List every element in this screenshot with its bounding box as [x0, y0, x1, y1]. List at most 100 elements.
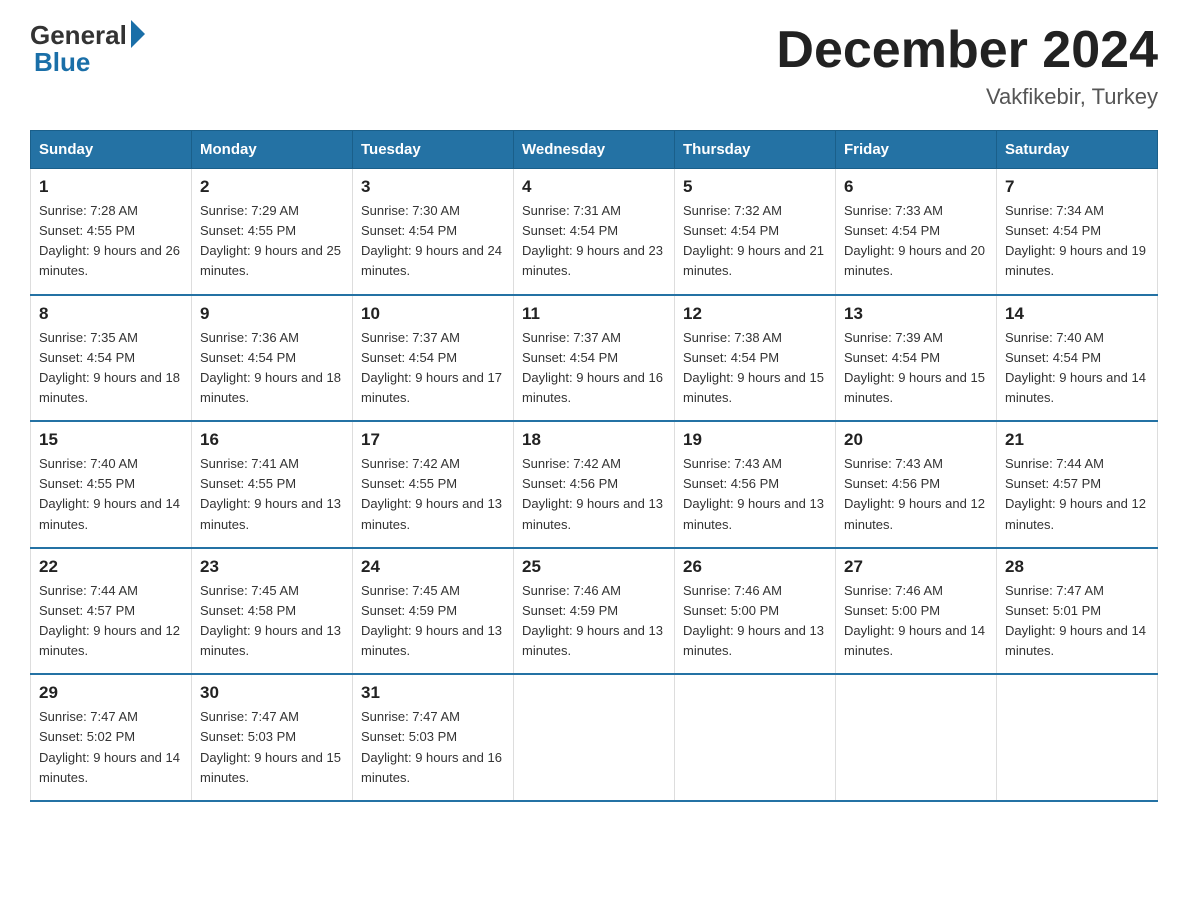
day-info: Sunrise: 7:46 AMSunset: 4:59 PMDaylight:…	[522, 581, 666, 662]
day-info: Sunrise: 7:40 AMSunset: 4:55 PMDaylight:…	[39, 454, 183, 535]
day-info: Sunrise: 7:44 AMSunset: 4:57 PMDaylight:…	[39, 581, 183, 662]
day-cell	[514, 674, 675, 801]
calendar-header: SundayMondayTuesdayWednesdayThursdayFrid…	[31, 131, 1158, 169]
day-number: 31	[361, 683, 505, 703]
day-cell: 22 Sunrise: 7:44 AMSunset: 4:57 PMDaylig…	[31, 548, 192, 675]
day-cell: 8 Sunrise: 7:35 AMSunset: 4:54 PMDayligh…	[31, 295, 192, 422]
day-number: 15	[39, 430, 183, 450]
day-number: 18	[522, 430, 666, 450]
day-cell: 11 Sunrise: 7:37 AMSunset: 4:54 PMDaylig…	[514, 295, 675, 422]
day-number: 4	[522, 177, 666, 197]
day-info: Sunrise: 7:40 AMSunset: 4:54 PMDaylight:…	[1005, 328, 1149, 409]
day-number: 13	[844, 304, 988, 324]
logo: General Blue	[30, 20, 145, 78]
week-row-1: 1 Sunrise: 7:28 AMSunset: 4:55 PMDayligh…	[31, 169, 1158, 295]
day-number: 19	[683, 430, 827, 450]
day-number: 6	[844, 177, 988, 197]
day-info: Sunrise: 7:28 AMSunset: 4:55 PMDaylight:…	[39, 201, 183, 282]
day-cell: 20 Sunrise: 7:43 AMSunset: 4:56 PMDaylig…	[836, 421, 997, 548]
day-cell: 18 Sunrise: 7:42 AMSunset: 4:56 PMDaylig…	[514, 421, 675, 548]
day-info: Sunrise: 7:37 AMSunset: 4:54 PMDaylight:…	[522, 328, 666, 409]
day-number: 1	[39, 177, 183, 197]
day-cell: 9 Sunrise: 7:36 AMSunset: 4:54 PMDayligh…	[192, 295, 353, 422]
day-number: 26	[683, 557, 827, 577]
day-number: 22	[39, 557, 183, 577]
day-cell: 23 Sunrise: 7:45 AMSunset: 4:58 PMDaylig…	[192, 548, 353, 675]
day-info: Sunrise: 7:33 AMSunset: 4:54 PMDaylight:…	[844, 201, 988, 282]
day-info: Sunrise: 7:35 AMSunset: 4:54 PMDaylight:…	[39, 328, 183, 409]
day-number: 25	[522, 557, 666, 577]
day-cell: 27 Sunrise: 7:46 AMSunset: 5:00 PMDaylig…	[836, 548, 997, 675]
day-number: 14	[1005, 304, 1149, 324]
day-info: Sunrise: 7:43 AMSunset: 4:56 PMDaylight:…	[683, 454, 827, 535]
day-number: 11	[522, 304, 666, 324]
col-header-saturday: Saturday	[997, 131, 1158, 169]
day-info: Sunrise: 7:32 AMSunset: 4:54 PMDaylight:…	[683, 201, 827, 282]
day-number: 10	[361, 304, 505, 324]
day-info: Sunrise: 7:39 AMSunset: 4:54 PMDaylight:…	[844, 328, 988, 409]
logo-arrow-icon	[131, 20, 145, 48]
day-info: Sunrise: 7:29 AMSunset: 4:55 PMDaylight:…	[200, 201, 344, 282]
day-cell: 13 Sunrise: 7:39 AMSunset: 4:54 PMDaylig…	[836, 295, 997, 422]
day-cell: 17 Sunrise: 7:42 AMSunset: 4:55 PMDaylig…	[353, 421, 514, 548]
day-number: 17	[361, 430, 505, 450]
day-number: 30	[200, 683, 344, 703]
day-cell	[675, 674, 836, 801]
day-info: Sunrise: 7:45 AMSunset: 4:58 PMDaylight:…	[200, 581, 344, 662]
day-info: Sunrise: 7:42 AMSunset: 4:56 PMDaylight:…	[522, 454, 666, 535]
col-header-wednesday: Wednesday	[514, 131, 675, 169]
week-row-4: 22 Sunrise: 7:44 AMSunset: 4:57 PMDaylig…	[31, 548, 1158, 675]
day-cell: 28 Sunrise: 7:47 AMSunset: 5:01 PMDaylig…	[997, 548, 1158, 675]
col-header-friday: Friday	[836, 131, 997, 169]
day-number: 8	[39, 304, 183, 324]
day-cell: 15 Sunrise: 7:40 AMSunset: 4:55 PMDaylig…	[31, 421, 192, 548]
day-info: Sunrise: 7:34 AMSunset: 4:54 PMDaylight:…	[1005, 201, 1149, 282]
page-header: General Blue December 2024 Vakfikebir, T…	[30, 20, 1158, 110]
day-cell: 12 Sunrise: 7:38 AMSunset: 4:54 PMDaylig…	[675, 295, 836, 422]
calendar-title: December 2024	[776, 20, 1158, 80]
day-cell: 5 Sunrise: 7:32 AMSunset: 4:54 PMDayligh…	[675, 169, 836, 295]
day-number: 29	[39, 683, 183, 703]
day-number: 16	[200, 430, 344, 450]
calendar-subtitle: Vakfikebir, Turkey	[776, 84, 1158, 110]
day-cell: 10 Sunrise: 7:37 AMSunset: 4:54 PMDaylig…	[353, 295, 514, 422]
day-cell: 7 Sunrise: 7:34 AMSunset: 4:54 PMDayligh…	[997, 169, 1158, 295]
day-cell: 25 Sunrise: 7:46 AMSunset: 4:59 PMDaylig…	[514, 548, 675, 675]
day-cell	[836, 674, 997, 801]
col-header-tuesday: Tuesday	[353, 131, 514, 169]
day-number: 27	[844, 557, 988, 577]
day-cell: 29 Sunrise: 7:47 AMSunset: 5:02 PMDaylig…	[31, 674, 192, 801]
col-header-thursday: Thursday	[675, 131, 836, 169]
day-number: 23	[200, 557, 344, 577]
day-info: Sunrise: 7:41 AMSunset: 4:55 PMDaylight:…	[200, 454, 344, 535]
day-number: 28	[1005, 557, 1149, 577]
day-cell: 6 Sunrise: 7:33 AMSunset: 4:54 PMDayligh…	[836, 169, 997, 295]
day-info: Sunrise: 7:42 AMSunset: 4:55 PMDaylight:…	[361, 454, 505, 535]
day-cell: 1 Sunrise: 7:28 AMSunset: 4:55 PMDayligh…	[31, 169, 192, 295]
day-number: 12	[683, 304, 827, 324]
day-info: Sunrise: 7:30 AMSunset: 4:54 PMDaylight:…	[361, 201, 505, 282]
day-cell: 24 Sunrise: 7:45 AMSunset: 4:59 PMDaylig…	[353, 548, 514, 675]
day-cell: 19 Sunrise: 7:43 AMSunset: 4:56 PMDaylig…	[675, 421, 836, 548]
day-info: Sunrise: 7:44 AMSunset: 4:57 PMDaylight:…	[1005, 454, 1149, 535]
day-cell: 14 Sunrise: 7:40 AMSunset: 4:54 PMDaylig…	[997, 295, 1158, 422]
day-info: Sunrise: 7:36 AMSunset: 4:54 PMDaylight:…	[200, 328, 344, 409]
day-number: 2	[200, 177, 344, 197]
day-cell: 16 Sunrise: 7:41 AMSunset: 4:55 PMDaylig…	[192, 421, 353, 548]
day-cell: 30 Sunrise: 7:47 AMSunset: 5:03 PMDaylig…	[192, 674, 353, 801]
week-row-3: 15 Sunrise: 7:40 AMSunset: 4:55 PMDaylig…	[31, 421, 1158, 548]
day-number: 5	[683, 177, 827, 197]
day-cell: 26 Sunrise: 7:46 AMSunset: 5:00 PMDaylig…	[675, 548, 836, 675]
day-number: 24	[361, 557, 505, 577]
day-number: 9	[200, 304, 344, 324]
day-cell: 4 Sunrise: 7:31 AMSunset: 4:54 PMDayligh…	[514, 169, 675, 295]
col-header-sunday: Sunday	[31, 131, 192, 169]
logo-blue-text: Blue	[30, 47, 90, 78]
day-number: 21	[1005, 430, 1149, 450]
day-info: Sunrise: 7:47 AMSunset: 5:03 PMDaylight:…	[361, 707, 505, 788]
day-info: Sunrise: 7:46 AMSunset: 5:00 PMDaylight:…	[683, 581, 827, 662]
day-cell: 2 Sunrise: 7:29 AMSunset: 4:55 PMDayligh…	[192, 169, 353, 295]
day-info: Sunrise: 7:45 AMSunset: 4:59 PMDaylight:…	[361, 581, 505, 662]
calendar-table: SundayMondayTuesdayWednesdayThursdayFrid…	[30, 130, 1158, 802]
title-area: December 2024 Vakfikebir, Turkey	[776, 20, 1158, 110]
